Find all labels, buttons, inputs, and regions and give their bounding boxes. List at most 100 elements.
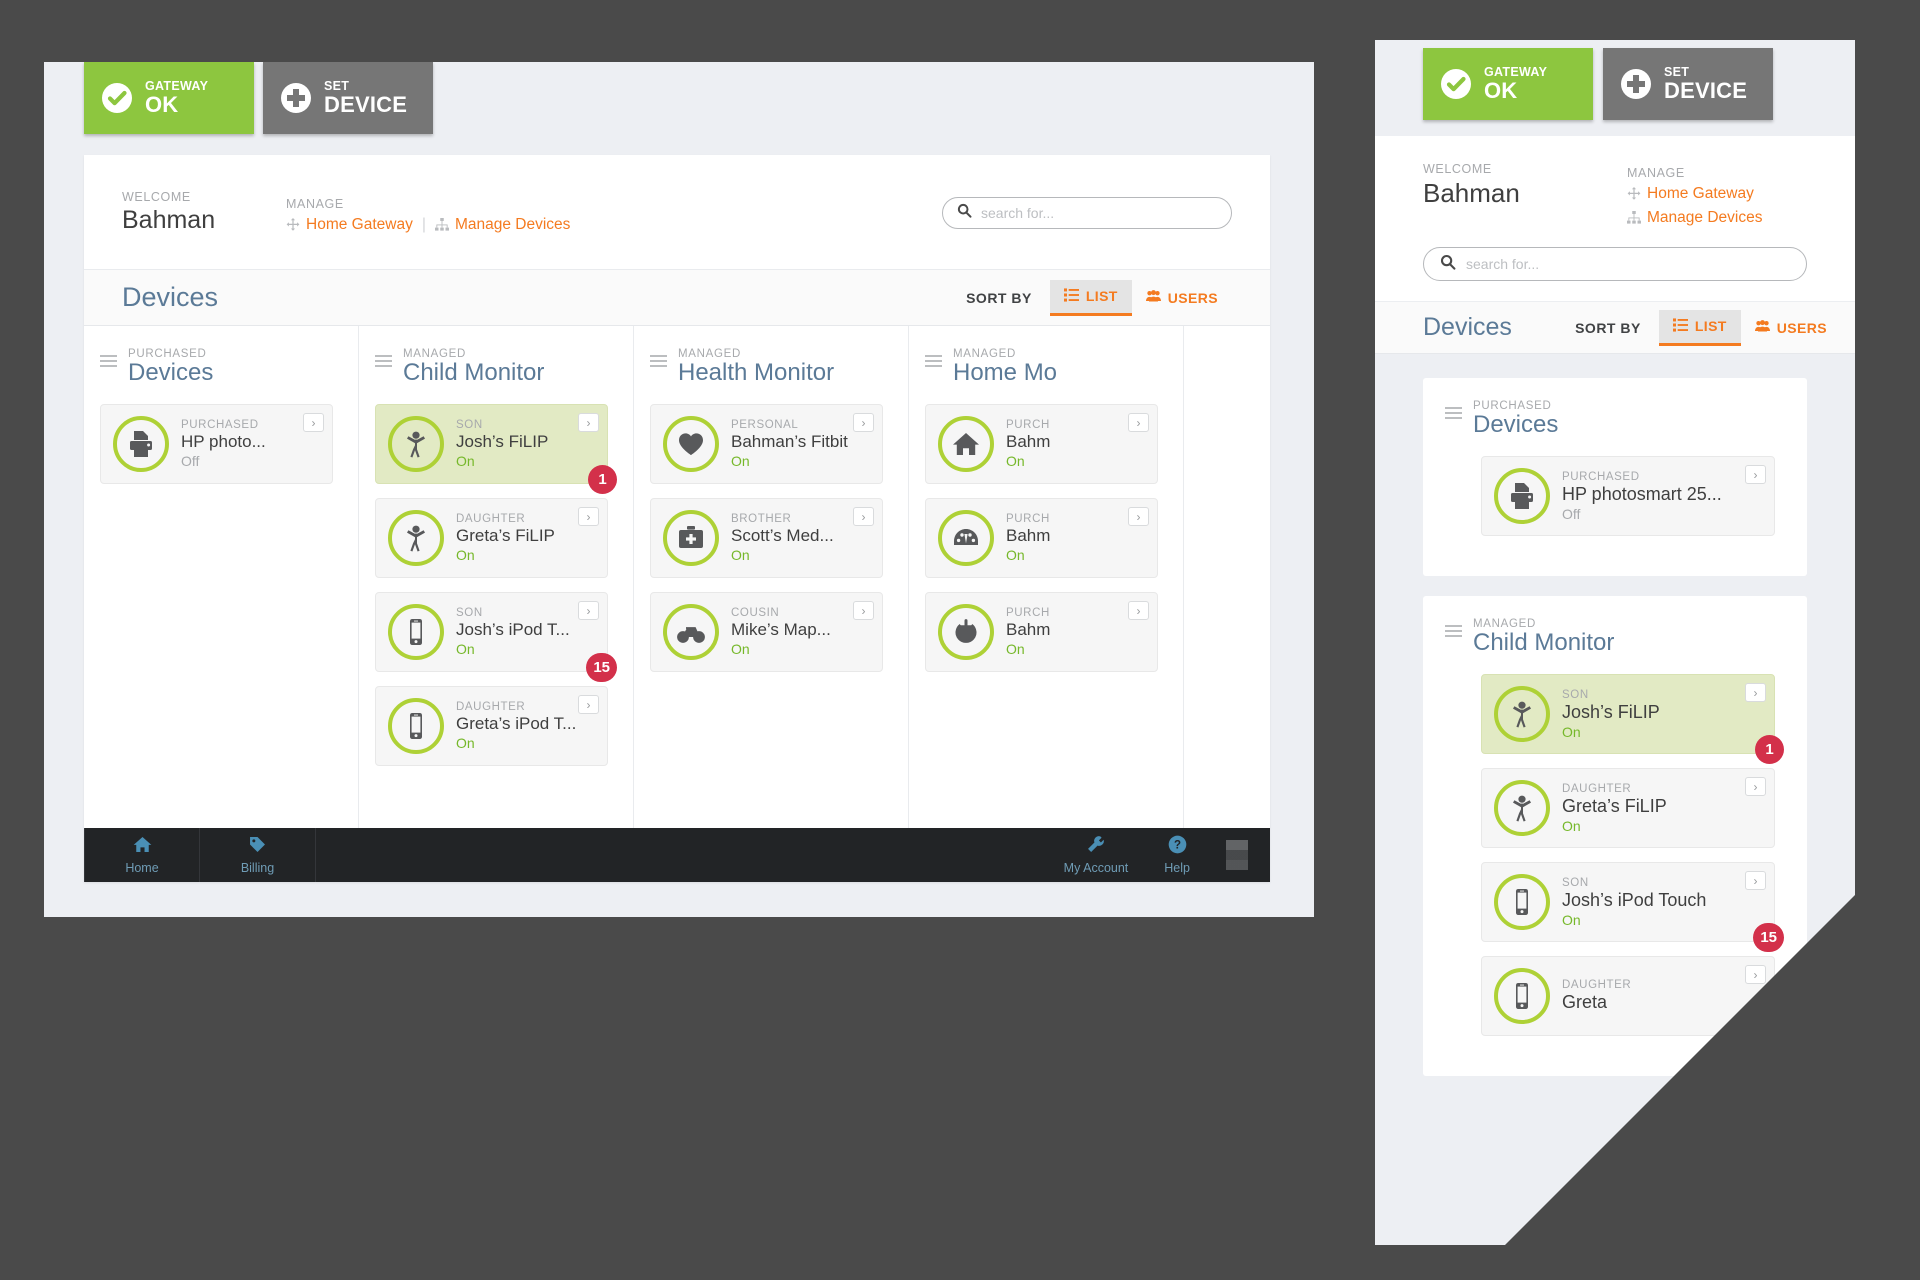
mobile-manage-block: MANAGE Home Gateway Manage Devices — [1627, 162, 1807, 227]
set-device-button[interactable]: SET DEVICE — [263, 62, 433, 134]
device-card[interactable]: DAUGHTER Greta’s FiLIP On › — [1481, 768, 1775, 848]
search-input[interactable]: search for... — [981, 205, 1054, 221]
device-relation: PURCHASED — [181, 419, 259, 431]
chevron-right-icon[interactable]: › — [303, 413, 324, 432]
device-name: Josh’s FiLIP — [1562, 701, 1660, 722]
device-relation: DAUGHTER — [456, 701, 526, 713]
device-card[interactable]: PERSONAL Bahman’s Fitbit On › — [650, 404, 883, 484]
plus-circle-icon — [280, 82, 312, 114]
device-relation: DAUGHTER — [456, 513, 526, 525]
medkit-icon — [663, 510, 719, 566]
device-card[interactable]: COUSIN Mike’s Map... On › — [650, 592, 883, 672]
device-card[interactable]: DAUGHTER Greta › — [1481, 956, 1775, 1036]
chevron-right-icon[interactable]: › — [853, 413, 874, 432]
device-card[interactable]: PURCHASED HP photosmart 25... Off › — [1481, 456, 1775, 536]
device-name: HP photosmart 25... — [1562, 483, 1722, 504]
gauge-icon — [938, 510, 994, 566]
home-icon — [133, 835, 152, 859]
svg-text:?: ? — [1174, 840, 1181, 852]
device-name: Greta’s FiLIP — [456, 526, 555, 545]
link-manage-devices[interactable]: Manage Devices — [434, 215, 571, 234]
mobile-link-manage-devices[interactable]: Manage Devices — [1627, 209, 1807, 227]
device-card[interactable]: PURCH Bahm On › — [925, 592, 1158, 672]
mobile-search-input[interactable]: search for... — [1466, 256, 1539, 272]
device-card[interactable]: SON Josh’s FiLIP On › 1 — [1481, 674, 1784, 764]
device-relation: BROTHER — [731, 513, 792, 525]
power-icon — [938, 604, 994, 660]
bicycle-icon — [663, 604, 719, 660]
drag-handle-icon[interactable] — [100, 348, 117, 370]
device-card[interactable]: DAUGHTER Greta’s iPod T... On › — [375, 686, 608, 766]
device-card[interactable]: PURCH Bahm On › — [925, 404, 1158, 484]
column-purchased-devices: PURCHASED Devices PURCHASED HP photo... … — [84, 326, 359, 866]
nav-help[interactable]: ? Help — [1164, 828, 1190, 882]
search-box[interactable]: search for... — [942, 197, 1232, 229]
mobile-set-device-button[interactable]: SET DEVICE — [1603, 48, 1773, 120]
drag-handle-icon[interactable] — [1445, 400, 1462, 422]
view-toggle-users-label: USERS — [1167, 289, 1218, 306]
view-toggle-list[interactable]: LIST — [1049, 279, 1132, 316]
mobile-search-box[interactable]: search for... — [1423, 247, 1807, 281]
mobile-gateway-status-button[interactable]: GATEWAY OK — [1423, 48, 1593, 120]
chevron-right-icon[interactable]: › — [1745, 965, 1766, 984]
chevron-right-icon[interactable]: › — [853, 507, 874, 526]
nav-home[interactable]: Home — [84, 828, 200, 882]
chevron-right-icon[interactable]: › — [1745, 683, 1766, 702]
drag-handle-icon[interactable] — [925, 348, 942, 370]
view-toggle-users[interactable]: USERS — [1132, 281, 1232, 314]
mobile-view-toggle-list[interactable]: LIST — [1658, 309, 1741, 346]
question-circle-icon: ? — [1168, 835, 1187, 859]
notification-badge: 15 — [1753, 923, 1784, 952]
device-name: Bahm — [1006, 526, 1051, 545]
chevron-right-icon[interactable]: › — [578, 601, 599, 620]
device-card[interactable]: SON Josh’s iPod Touch On › 15 — [1481, 862, 1784, 952]
link-home-gateway[interactable]: Home Gateway — [286, 216, 413, 234]
chevron-right-icon[interactable]: › — [578, 507, 599, 526]
chevron-right-icon[interactable]: › — [1745, 871, 1766, 890]
device-name: Bahman’s Fitbit — [731, 432, 848, 451]
device-relation: SON — [1562, 876, 1589, 889]
gateway-status-button[interactable]: GATEWAY OK — [84, 62, 254, 134]
nav-billing[interactable]: Billing — [200, 828, 316, 882]
main-content-card: WELCOME Bahman MANAGE Home Gateway | Man… — [84, 155, 1270, 882]
device-label: DEVICE — [324, 92, 408, 118]
device-state: On — [456, 453, 475, 469]
chevron-right-icon[interactable]: › — [1745, 777, 1766, 796]
nav-my-account-label: My Account — [1063, 861, 1129, 875]
chevron-right-icon[interactable]: › — [578, 413, 599, 432]
mobile-link-home-gateway[interactable]: Home Gateway — [1627, 185, 1807, 203]
link-manage-devices-label: Manage Devices — [454, 215, 571, 233]
device-relation: PURCHASED — [1562, 470, 1640, 483]
chevron-right-icon[interactable]: › — [1128, 413, 1149, 432]
nav-my-account[interactable]: My Account — [1063, 828, 1129, 882]
avatar[interactable] — [1226, 840, 1248, 870]
device-card[interactable]: SON Josh’s iPod T... On › 15 — [375, 592, 617, 682]
device-state: On — [456, 641, 475, 657]
device-name: HP photo... — [181, 432, 266, 451]
device-card[interactable]: BROTHER Scott’s Med... On › — [650, 498, 883, 578]
chevron-right-icon[interactable]: › — [853, 601, 874, 620]
device-card[interactable]: SON Josh’s FiLIP On › 1 — [375, 404, 617, 494]
mobile-group-purchased-devices: PURCHASED Devices PURCHASED HP photosmar… — [1423, 378, 1807, 576]
gateway-value: OK — [145, 92, 179, 118]
device-relation: DAUGHTER — [1562, 978, 1632, 991]
child-icon — [1494, 686, 1550, 742]
chevron-right-icon[interactable]: › — [1128, 507, 1149, 526]
tag-icon — [248, 835, 267, 859]
child-icon — [1494, 780, 1550, 836]
mobile-view-toggle-list-label: LIST — [1694, 318, 1727, 334]
chevron-right-icon[interactable]: › — [1745, 465, 1766, 484]
device-card[interactable]: PURCH Bahm On › — [925, 498, 1158, 578]
drag-handle-icon[interactable] — [375, 348, 392, 370]
device-card[interactable]: PURCHASED HP photo... Off › — [100, 404, 333, 484]
mobile-view-toggle-users[interactable]: USERS — [1741, 311, 1841, 344]
column-title: Devices — [128, 359, 214, 386]
drag-handle-icon[interactable] — [650, 348, 667, 370]
mobile-page-title: Devices — [1423, 313, 1512, 341]
chevron-right-icon[interactable]: › — [578, 695, 599, 714]
drag-handle-icon[interactable] — [1445, 618, 1462, 640]
device-card[interactable]: DAUGHTER Greta’s FiLIP On › — [375, 498, 608, 578]
home-icon — [938, 416, 994, 472]
chevron-right-icon[interactable]: › — [1128, 601, 1149, 620]
nav-billing-label: Billing — [240, 861, 275, 875]
